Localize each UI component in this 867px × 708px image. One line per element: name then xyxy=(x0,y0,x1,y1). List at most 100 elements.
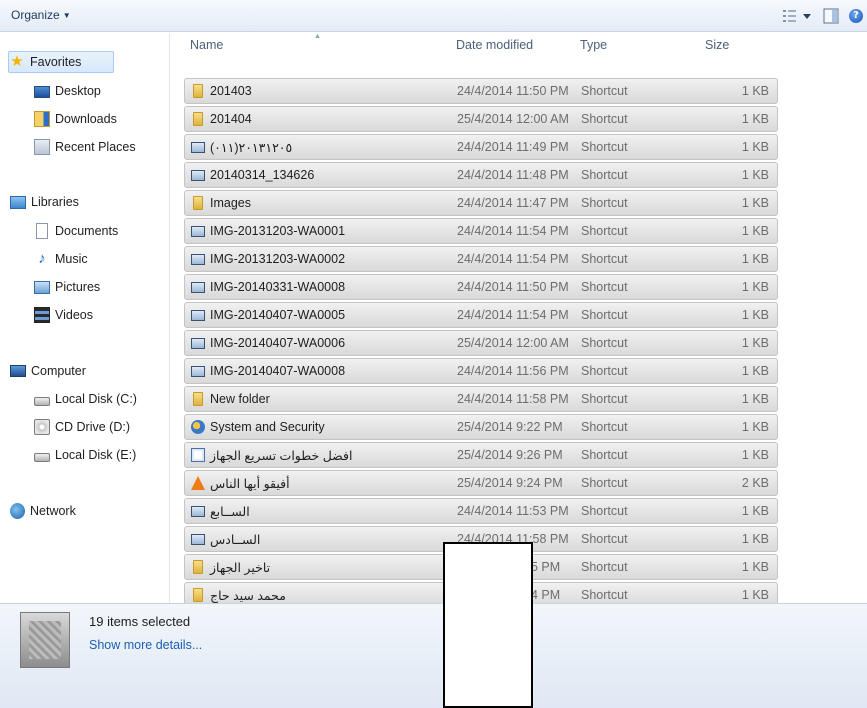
nav-computer[interactable]: Computer xyxy=(10,360,86,382)
file-date: 24/4/2014 11:54 PM xyxy=(457,308,569,322)
folder-icon xyxy=(193,196,203,210)
file-row[interactable]: IMG-20140407-WA0008 24/4/2014 11:56 PM Sho… xyxy=(184,358,778,384)
nav-pictures[interactable]: Pictures xyxy=(34,276,100,298)
sort-ascending-icon: ▲ xyxy=(314,33,321,40)
file-date: 5 PM xyxy=(531,560,561,574)
show-more-details-link[interactable]: Show more details... xyxy=(89,638,202,652)
file-row[interactable]: IMG-20131203-WA0002 24/4/2014 11:54 PM Sho… xyxy=(184,246,778,272)
folder-icon xyxy=(193,112,203,126)
view-list-icon xyxy=(783,10,811,22)
nav-local-disk-e[interactable]: Local Disk (E:) xyxy=(34,444,136,466)
vlc-icon xyxy=(191,476,205,490)
file-date: 4 PM xyxy=(531,588,561,602)
nav-videos[interactable]: Videos xyxy=(34,304,93,326)
preview-pane-icon xyxy=(823,8,839,24)
file-name: IMG-20140331-WA0008 xyxy=(210,280,346,294)
file-date: 24/4/2014 11:50 PM xyxy=(457,280,569,294)
column-header-name[interactable]: Name xyxy=(190,38,223,52)
file-name: IMG-20131203-WA0002 xyxy=(210,252,346,266)
file-row[interactable]: IMG-20140407-WA0005 24/4/2014 11:54 PM Sho… xyxy=(184,302,778,328)
disk-icon xyxy=(34,453,50,462)
file-row[interactable]: افضل خطوات تسريع الجهاز 25/4/2014 9:26 PM… xyxy=(184,442,778,468)
nav-downloads[interactable]: Downloads xyxy=(34,108,117,130)
nav-music[interactable]: ♪ Music xyxy=(34,248,88,270)
file-row[interactable]: New folder 24/4/2014 11:58 PM Shortcut 1 KB xyxy=(184,386,778,412)
change-view-button[interactable] xyxy=(779,6,815,26)
file-size: 1 KB xyxy=(741,168,769,182)
control-panel-icon xyxy=(191,420,205,434)
column-header-type[interactable]: Type xyxy=(580,38,607,52)
shortcut-icon xyxy=(191,142,205,153)
file-date: 24/4/2014 11:50 PM xyxy=(457,84,569,98)
file-row[interactable]: 20140314_134626 24/4/2014 11:48 PM Shortcu… xyxy=(184,162,778,188)
recent-places-icon xyxy=(34,139,50,155)
nav-label: Desktop xyxy=(55,84,101,98)
file-type: Shortcut xyxy=(581,196,628,210)
file-date: 25/4/2014 12:00 AM xyxy=(457,112,569,126)
file-date: 24/4/2014 11:48 PM xyxy=(457,168,569,182)
nav-network[interactable]: Network xyxy=(10,500,76,522)
file-size: 1 KB xyxy=(741,448,769,462)
nav-recent-places[interactable]: Recent Places xyxy=(34,136,136,158)
file-size: 1 KB xyxy=(741,84,769,98)
music-icon: ♪ xyxy=(38,250,46,267)
folder-icon xyxy=(193,84,203,98)
nav-documents[interactable]: Documents xyxy=(34,220,118,242)
nav-label: Documents xyxy=(55,224,119,238)
file-type: Shortcut xyxy=(581,448,628,462)
shortcut-icon xyxy=(191,310,205,321)
nav-cd-drive-d[interactable]: CD Drive (D:) xyxy=(34,416,130,438)
file-row[interactable]: System and Security 25/4/2014 9:22 PM Shor… xyxy=(184,414,778,440)
nav-label: Pictures xyxy=(55,280,101,294)
file-row[interactable]: ٢٠١٣١٢٠٥(٠١١) 24/4/2014 11:49 PM Shortcut 1… xyxy=(184,134,778,160)
file-name: 201403 xyxy=(210,84,252,98)
column-header-size[interactable]: Size xyxy=(705,38,729,52)
preview-pane-button[interactable] xyxy=(822,6,840,26)
shortcut-icon xyxy=(191,338,205,349)
file-row[interactable]: Images 24/4/2014 11:47 PM Shortcut 1 KB xyxy=(184,190,778,216)
organize-menu-button[interactable]: Organize ▼ xyxy=(11,8,71,22)
file-date: 24/4/2014 11:49 PM xyxy=(457,140,569,154)
file-date: 24/4/2014 11:47 PM xyxy=(457,196,569,210)
file-type: Shortcut xyxy=(581,224,628,238)
nav-libraries[interactable]: Libraries xyxy=(10,191,79,213)
file-type: Shortcut xyxy=(581,532,628,546)
nav-label: Downloads xyxy=(55,112,117,126)
file-row[interactable]: 201403 24/4/2014 11:50 PM Shortcut 1 KB xyxy=(184,78,778,104)
file-row[interactable]: 201404 25/4/2014 12:00 AM Shortcut 1 KB xyxy=(184,106,778,132)
file-size: 1 KB xyxy=(741,280,769,294)
file-type: Shortcut xyxy=(581,588,628,602)
shortcut-icon xyxy=(191,506,205,517)
file-date: 25/4/2014 9:22 PM xyxy=(457,420,563,434)
file-name: تاخير الجهاز xyxy=(210,561,271,575)
thumbnail-image xyxy=(29,621,61,659)
file-row[interactable]: أفيقو أيها الناس 25/4/2014 9:24 PM Shortcu… xyxy=(184,470,778,496)
nav-label: Computer xyxy=(31,364,86,378)
file-name: Images xyxy=(210,196,251,210)
libraries-icon xyxy=(10,195,26,209)
file-type: Shortcut xyxy=(581,168,628,182)
file-date: 25/4/2014 9:26 PM xyxy=(457,448,563,462)
nav-label: Music xyxy=(55,252,88,266)
help-button[interactable]: ? xyxy=(848,6,864,26)
file-type: Shortcut xyxy=(581,140,628,154)
nav-desktop[interactable]: Desktop xyxy=(34,80,101,102)
column-header-date-modified[interactable]: Date modified xyxy=(456,38,533,52)
nav-label: Local Disk (E:) xyxy=(55,448,137,462)
file-size: 1 KB xyxy=(741,140,769,154)
disk-icon xyxy=(34,397,50,406)
help-icon: ? xyxy=(849,9,863,23)
file-row[interactable]: IMG-20140407-WA0006 25/4/2014 12:00 AM Sho… xyxy=(184,330,778,356)
nav-local-disk-c[interactable]: Local Disk (C:) xyxy=(34,388,137,410)
shortcut-icon xyxy=(191,366,205,377)
file-size: 1 KB xyxy=(741,392,769,406)
file-type: Shortcut xyxy=(581,84,628,98)
file-row[interactable]: IMG-20131203-WA0001 24/4/2014 11:54 PM Sho… xyxy=(184,218,778,244)
file-size: 1 KB xyxy=(741,364,769,378)
file-size: 1 KB xyxy=(741,308,769,322)
nav-favorites[interactable]: ★ Favorites xyxy=(8,51,115,73)
videos-icon xyxy=(34,307,50,323)
file-type: Shortcut xyxy=(581,112,628,126)
file-row[interactable]: الســابع 24/4/2014 11:53 PM Shortcut 1 KB xyxy=(184,498,778,524)
file-row[interactable]: IMG-20140331-WA0008 24/4/2014 11:50 PM Sho… xyxy=(184,274,778,300)
